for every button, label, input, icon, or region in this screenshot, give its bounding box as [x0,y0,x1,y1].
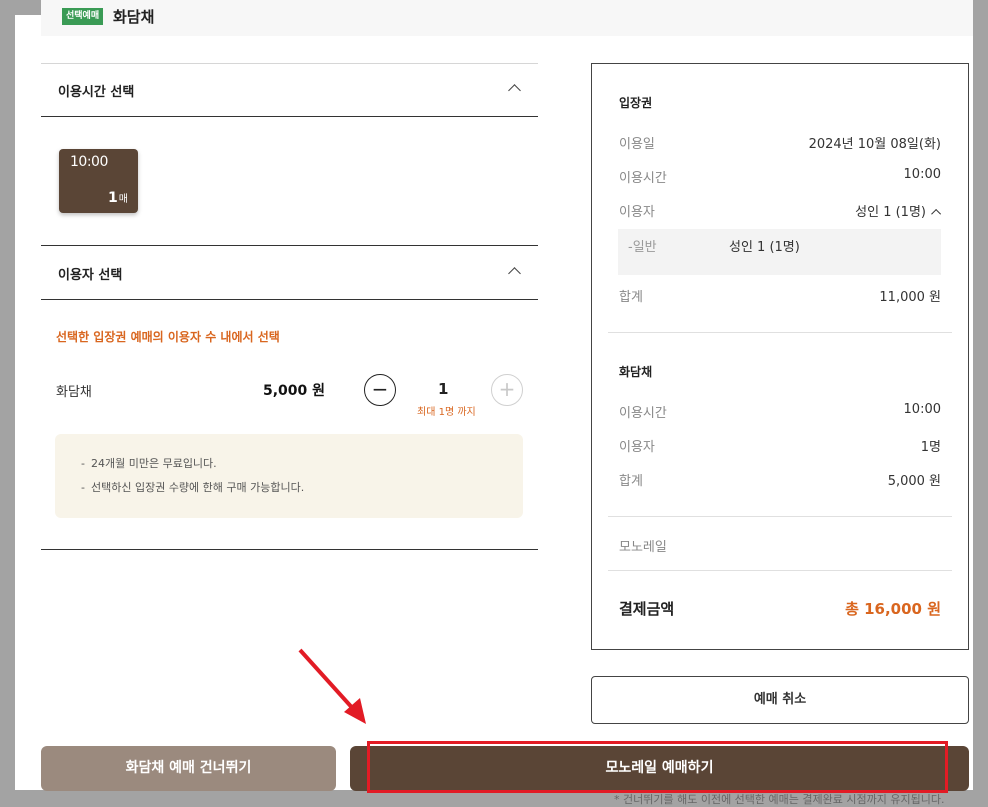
ticket-name: 화담채 [56,385,92,400]
divider [41,116,538,117]
entry-total-value: 11,000 원 [879,290,941,305]
divider [41,63,538,64]
user-label: 이용자 [619,205,655,220]
cancel-booking-button[interactable]: 예매 취소 [591,676,969,724]
ticket-price: 5,000 원 [263,383,326,399]
book-monorail-button[interactable]: 모노레일 예매하기 [350,746,969,791]
time-slot-time: 10:00 [70,154,108,170]
hwadam-user-value: 1명 [920,440,941,455]
info-item: 선택하신 입장권 수량에 한해 구매 가능합니다. [81,479,304,495]
decrease-quantity-button[interactable]: − [364,374,396,406]
time-slot-count: 1매 [108,190,128,206]
chevron-up-icon [931,208,942,219]
increase-quantity-button[interactable]: + [491,374,523,406]
time-section-title: 이용시간 선택 [58,85,135,100]
info-item: 24개월 미만은 무료입니다. [81,455,217,471]
skip-hwadam-button[interactable]: 화담채 예매 건너뛰기 [41,746,336,791]
divider [608,332,952,333]
hwadam-time-value: 10:00 [903,402,941,417]
quantity-value: 1 [438,380,449,398]
hwadam-time-label: 이용시간 [619,406,667,421]
hwadam-total-value: 5,000 원 [887,474,941,489]
date-label: 이용일 [619,137,655,152]
max-quantity-note: 최대 1명 까지 [417,407,476,418]
hwadam-title: 화담채 [619,365,653,379]
divider [41,549,538,550]
divider [41,245,538,246]
user-section-title: 이용자 선택 [58,268,123,283]
user-detail-box: -일반 성인 1 (1명) [618,229,941,275]
user-type-label: -일반 [628,240,657,255]
entry-ticket-title: 입장권 [619,96,653,110]
hwadam-user-label: 이용자 [619,440,655,455]
entry-total-label: 합계 [619,290,643,305]
user-notice: 선택한 입장권 예매의 이용자 수 내에서 선택 [56,330,280,344]
hwadam-total-label: 합계 [619,474,643,489]
divider [608,516,952,517]
payment-amount-label: 결제금액 [619,600,675,618]
time-label: 이용시간 [619,171,667,186]
payment-amount-value: 총 16,000 원 [845,600,941,618]
user-toggle[interactable]: 성인 1 (1명) [855,201,942,220]
time-slot-card[interactable]: 10:00 1매 [59,149,138,213]
booking-summary: 입장권 이용일 2024년 10월 08일(화) 이용시간 10:00 이용자 … [591,63,969,650]
red-arrow-icon [298,648,366,724]
divider [608,570,952,571]
select-booking-badge: 선택예매 [62,8,104,25]
info-box: 24개월 미만은 무료입니다. 선택하신 입장권 수량에 한해 구매 가능합니다… [55,434,523,518]
header-strip [41,0,973,36]
monorail-label: 모노레일 [619,540,667,555]
page-title: 화담채 [113,8,155,26]
divider [41,299,538,300]
time-value: 10:00 [903,167,941,182]
user-type-value: 성인 1 (1명) [729,240,800,255]
date-value: 2024년 10월 08일(화) [808,137,941,152]
